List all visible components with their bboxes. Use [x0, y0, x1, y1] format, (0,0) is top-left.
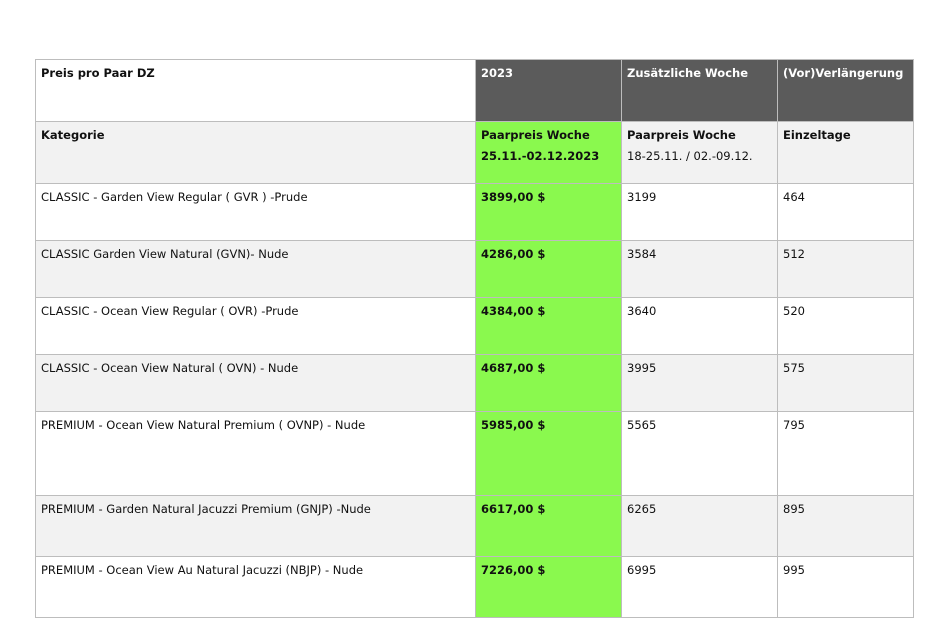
subheader-extra-week-price: Paarpreis Woche 18-25.11. / 02.-09.12.	[621, 121, 778, 184]
row-extra-week: 6265	[621, 495, 778, 557]
row-extra-week: 3640	[621, 297, 778, 355]
row-category: CLASSIC - Garden View Regular ( GVR ) -P…	[35, 183, 476, 241]
table-row: CLASSIC - Ocean View Natural ( OVN) - Nu…	[35, 354, 914, 412]
table-subheader-row: Kategorie Paarpreis Woche 25.11.-02.12.2…	[35, 121, 914, 184]
subheader-pair-price-week: Paarpreis Woche 25.11.-02.12.2023	[475, 121, 622, 184]
row-category: PREMIUM - Ocean View Natural Premium ( O…	[35, 411, 476, 496]
row-price: 4286,00 $	[475, 240, 622, 298]
row-extra-week: 3199	[621, 183, 778, 241]
header-extra-week: Zusätzliche Woche	[621, 59, 778, 122]
row-extra-week: 3995	[621, 354, 778, 412]
row-single-days: 464	[777, 183, 914, 241]
row-single-days: 895	[777, 495, 914, 557]
row-extra-week: 5565	[621, 411, 778, 496]
header-extension: (Vor)Verlängerung	[777, 59, 914, 122]
header-price-per-pair: Preis pro Paar DZ	[35, 59, 476, 122]
row-price: 5985,00 $	[475, 411, 622, 496]
row-single-days: 520	[777, 297, 914, 355]
table-row: PREMIUM - Ocean View Natural Premium ( O…	[35, 411, 914, 496]
subheader-single-days: Einzeltage	[777, 121, 914, 184]
row-category: CLASSIC - Ocean View Regular ( OVR) -Pru…	[35, 297, 476, 355]
subheader-extra-week-label: Paarpreis Woche	[627, 128, 736, 142]
table-header-row: Preis pro Paar DZ 2023 Zusätzliche Woche…	[35, 59, 914, 122]
price-table: Preis pro Paar DZ 2023 Zusätzliche Woche…	[35, 59, 914, 618]
document-page: Preis pro Paar DZ 2023 Zusätzliche Woche…	[0, 0, 952, 618]
row-price: 6617,00 $	[475, 495, 622, 557]
row-price: 7226,00 $	[475, 556, 622, 618]
row-category: PREMIUM - Ocean View Au Natural Jacuzzi …	[35, 556, 476, 618]
table-row: CLASSIC Garden View Natural (GVN)- Nude …	[35, 240, 914, 298]
row-single-days: 512	[777, 240, 914, 298]
row-price: 4687,00 $	[475, 354, 622, 412]
table-row: CLASSIC - Ocean View Regular ( OVR) -Pru…	[35, 297, 914, 355]
row-extra-week: 6995	[621, 556, 778, 618]
table-row: PREMIUM - Garden Natural Jacuzzi Premium…	[35, 495, 914, 557]
row-price: 3899,00 $	[475, 183, 622, 241]
row-price: 4384,00 $	[475, 297, 622, 355]
row-single-days: 575	[777, 354, 914, 412]
row-category: CLASSIC - Ocean View Natural ( OVN) - Nu…	[35, 354, 476, 412]
row-single-days: 795	[777, 411, 914, 496]
row-single-days: 995	[777, 556, 914, 618]
subheader-pair-price-dates: 25.11.-02.12.2023	[481, 149, 600, 163]
table-row: PREMIUM - Ocean View Au Natural Jacuzzi …	[35, 556, 914, 618]
row-extra-week: 3584	[621, 240, 778, 298]
subheader-category: Kategorie	[35, 121, 476, 184]
subheader-extra-week-dates: 18-25.11. / 02.-09.12.	[627, 149, 753, 163]
row-category: PREMIUM - Garden Natural Jacuzzi Premium…	[35, 495, 476, 557]
table-row: CLASSIC - Garden View Regular ( GVR ) -P…	[35, 183, 914, 241]
header-year: 2023	[475, 59, 622, 122]
subheader-pair-price-label: Paarpreis Woche	[481, 128, 590, 142]
row-category: CLASSIC Garden View Natural (GVN)- Nude	[35, 240, 476, 298]
